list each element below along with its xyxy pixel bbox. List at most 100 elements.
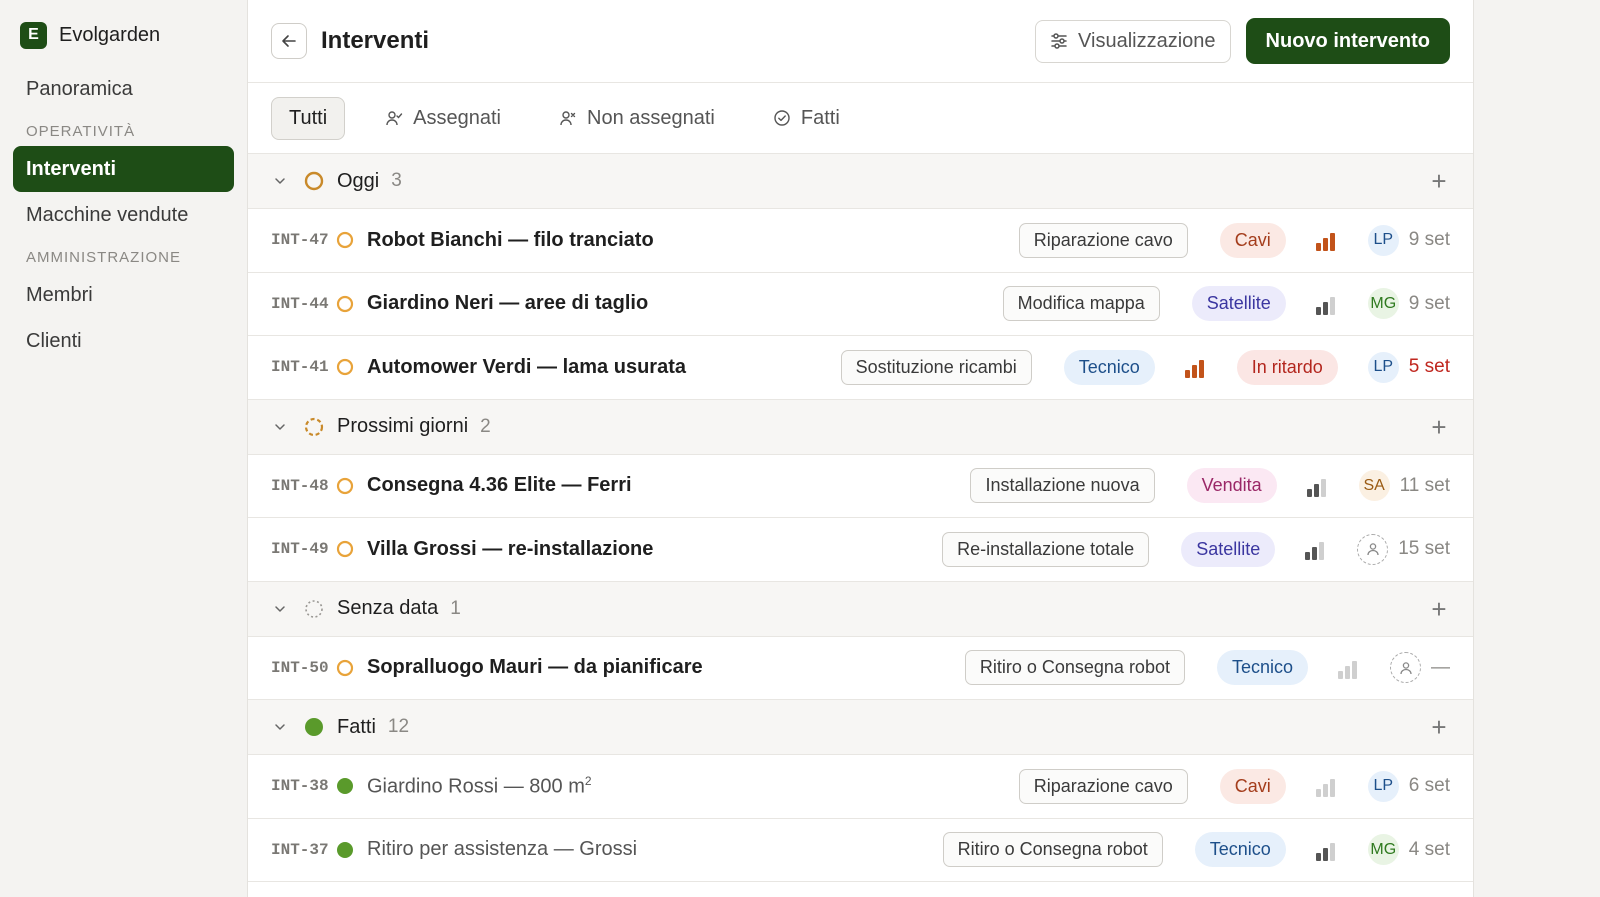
- intervention-title[interactable]: Giardino Rossi — 800 m2: [367, 774, 1019, 799]
- unassigned-avatar[interactable]: [1357, 533, 1389, 565]
- table-row[interactable]: INT-41 Automower Verdi — lama usurata Sost…: [248, 336, 1473, 400]
- intervention-title[interactable]: Robot Bianchi — filo tranciato: [367, 229, 1019, 252]
- add-icon[interactable]: +: [1428, 414, 1450, 440]
- due-date: 15 set: [1398, 538, 1450, 560]
- sidebar-item-clienti[interactable]: Clienti: [13, 318, 234, 364]
- sidebar: E Evolgarden Panoramica OPERATIVITÀ Inte…: [0, 0, 248, 897]
- main-panel: Interventi Visualizzazione Nuovo interve…: [248, 0, 1474, 897]
- tab-non-assegnati[interactable]: Non assegnati: [541, 97, 733, 140]
- sidebar-item-interventi[interactable]: Interventi: [13, 146, 234, 192]
- group-title: Fatti: [337, 715, 376, 738]
- tab-tutti[interactable]: Tutti: [271, 96, 346, 140]
- status-done-icon: [337, 778, 353, 795]
- group-title: Prossimi giorni: [337, 415, 469, 437]
- add-icon[interactable]: +: [1428, 714, 1450, 740]
- assignee-avatar[interactable]: MG: [1367, 834, 1399, 866]
- sidebar-item-panoramica[interactable]: Panoramica: [13, 66, 234, 112]
- assignee-avatar[interactable]: LP: [1367, 351, 1399, 383]
- priority-high-icon[interactable]: [1184, 356, 1207, 379]
- category-label[interactable]: Satellite: [1181, 531, 1276, 567]
- group-count: 1: [450, 597, 461, 619]
- sidebar-item-membri[interactable]: Membri: [13, 272, 234, 318]
- group-header[interactable]: Prossimi giorni 2 +: [248, 399, 1473, 455]
- group-header[interactable]: Senza data 1 +: [248, 581, 1473, 637]
- category-label[interactable]: Tecnico: [1063, 349, 1155, 385]
- priority-low-icon[interactable]: [1315, 775, 1338, 798]
- status-open-icon: [336, 359, 354, 376]
- intervention-title[interactable]: Sopralluogo Mauri — da pianificare: [367, 656, 965, 679]
- add-icon[interactable]: +: [1428, 596, 1450, 622]
- category-label[interactable]: Tecnico: [1194, 832, 1286, 868]
- table-row[interactable]: INT-48 Consegna 4.36 Elite — Ferri Install…: [248, 454, 1473, 518]
- due-date: 6 set: [1408, 775, 1450, 797]
- intervention-type-chip[interactable]: Ritiro o Consegna robot: [942, 832, 1163, 868]
- intervention-type-chip[interactable]: Riparazione cavo: [1018, 768, 1188, 804]
- intervention-title[interactable]: Ritiro per assistenza — Grossi: [367, 838, 943, 861]
- workspace-switcher[interactable]: E Evolgarden: [13, 20, 234, 50]
- intervention-id: INT-41: [271, 358, 329, 377]
- priority-medium-icon[interactable]: [1315, 839, 1338, 861]
- status-done-icon: [337, 841, 353, 858]
- priority-low-icon[interactable]: [1338, 657, 1360, 679]
- intervention-type-chip[interactable]: Sostituzione ricambi: [840, 349, 1032, 385]
- unassigned-avatar[interactable]: [1390, 652, 1421, 684]
- intervention-title-text: Villa Grossi — re-installazione: [367, 537, 654, 560]
- category-label[interactable]: Vendita: [1186, 468, 1277, 504]
- intervention-title[interactable]: Automower Verdi — lama usurata: [367, 356, 841, 379]
- category-label[interactable]: Satellite: [1191, 286, 1286, 322]
- user-icon: [1367, 543, 1379, 556]
- intervention-type-chip[interactable]: Modifica mappa: [1002, 286, 1160, 322]
- tab-fatti[interactable]: Fatti: [755, 97, 858, 140]
- back-button[interactable]: [271, 23, 307, 59]
- assignee-avatar[interactable]: LP: [1367, 770, 1399, 802]
- assignee-avatar[interactable]: LP: [1367, 224, 1399, 256]
- status-upcoming-icon: [304, 417, 324, 436]
- intervention-type-chip[interactable]: Installazione nuova: [970, 468, 1155, 504]
- status-open-icon: [336, 295, 354, 312]
- interventions-list: Oggi 3 + INT-47 Robot Bianchi — filo trancia…: [248, 154, 1473, 882]
- category-label[interactable]: Cavi: [1219, 768, 1286, 804]
- new-intervention-button[interactable]: Nuovo intervento: [1245, 18, 1450, 64]
- table-row[interactable]: INT-38 Giardino Rossi — 800 m2 Riparazione…: [248, 755, 1473, 819]
- intervention-type-chip[interactable]: Re-installazione totale: [942, 531, 1150, 567]
- intervention-title-text: Robot Bianchi — filo tranciato: [367, 228, 654, 251]
- group-header[interactable]: Oggi 3 +: [248, 154, 1473, 209]
- intervention-title-text: Giardino Rossi — 800 m: [367, 775, 585, 798]
- intervention-title[interactable]: Giardino Neri — aree di taglio: [367, 292, 1003, 315]
- intervention-id: INT-37: [271, 840, 329, 859]
- table-row[interactable]: INT-50 Sopralluogo Mauri — da pianificare…: [248, 636, 1473, 700]
- table-row[interactable]: INT-37 Ritiro per assistenza — Grossi Riti…: [248, 818, 1473, 882]
- table-row[interactable]: INT-47 Robot Bianchi — filo tranciato Ripa…: [248, 209, 1473, 273]
- intervention-id: INT-38: [271, 777, 329, 796]
- sidebar-section-amministrazione: AMMINISTRAZIONE: [26, 249, 182, 266]
- status-open-icon: [336, 541, 354, 558]
- table-row[interactable]: INT-49 Villa Grossi — re-installazione Re-…: [248, 518, 1473, 582]
- intervention-type-chip[interactable]: Ritiro o Consegna robot: [964, 650, 1185, 686]
- assignee-avatar[interactable]: SA: [1358, 470, 1390, 502]
- priority-medium-icon[interactable]: [1315, 293, 1338, 315]
- priority-medium-icon[interactable]: [1306, 475, 1329, 497]
- chevron-down-icon: [275, 178, 285, 184]
- priority-medium-icon[interactable]: [1305, 538, 1327, 561]
- sidebar-item-macchine-vendute[interactable]: Macchine vendute: [13, 192, 234, 238]
- category-label[interactable]: Tecnico: [1216, 650, 1308, 686]
- right-gutter: [1474, 0, 1600, 897]
- due-date: 11 set: [1399, 474, 1450, 496]
- add-icon[interactable]: +: [1428, 168, 1450, 194]
- table-row[interactable]: INT-44 Giardino Neri — aree di taglio Modi…: [248, 272, 1473, 336]
- assignee-avatar[interactable]: MG: [1367, 288, 1399, 320]
- chevron-down-icon: [275, 605, 285, 612]
- group-header[interactable]: Fatti 12 +: [248, 700, 1473, 755]
- intervention-title[interactable]: Consegna 4.36 Elite — Ferri: [367, 474, 970, 497]
- tab-assegnati[interactable]: Assegnati: [367, 97, 519, 140]
- status-open-icon: [336, 232, 354, 249]
- chevron-down-icon: [275, 724, 285, 730]
- view-options-button[interactable]: Visualizzazione: [1035, 19, 1231, 63]
- category-label[interactable]: Cavi: [1219, 222, 1286, 258]
- page-header: Interventi Visualizzazione Nuovo interve…: [248, 0, 1473, 83]
- priority-high-icon[interactable]: [1315, 229, 1338, 252]
- intervention-title-text: Consegna 4.36 Elite — Ferri: [367, 474, 632, 497]
- intervention-title[interactable]: Villa Grossi — re-installazione: [367, 538, 942, 561]
- title-superscript: 2: [584, 773, 592, 788]
- intervention-type-chip[interactable]: Riparazione cavo: [1018, 222, 1188, 258]
